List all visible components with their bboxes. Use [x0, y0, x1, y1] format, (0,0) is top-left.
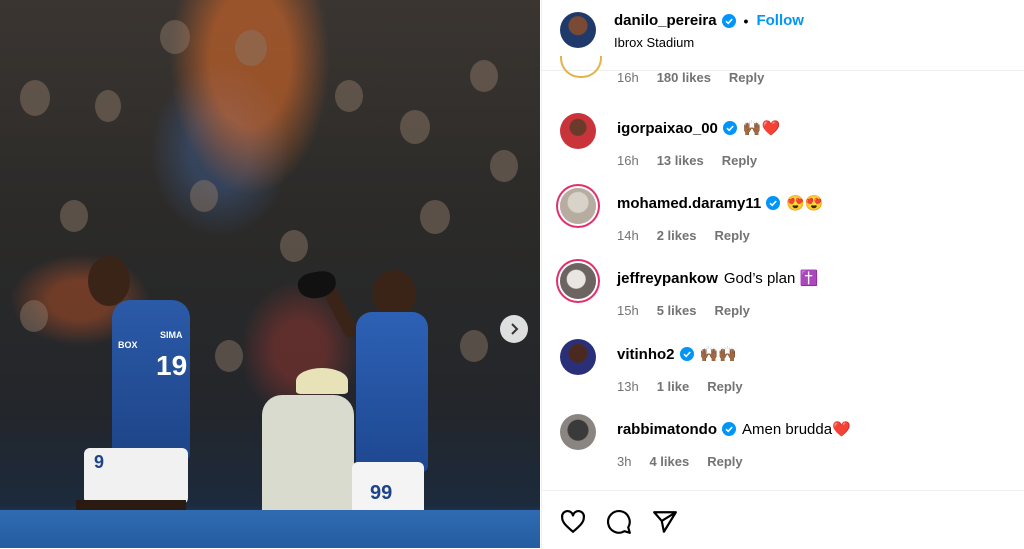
sleeve-text: BOX	[118, 340, 138, 350]
comment-text-row: vitinho2 🙌🏾🙌🏾	[617, 345, 737, 364]
reply-button[interactable]: Reply	[714, 303, 749, 318]
verified-badge-icon	[721, 13, 736, 28]
follow-button[interactable]: Follow	[756, 12, 804, 29]
crowd-face	[460, 330, 488, 362]
comment-item: mohamed.daramy11 😍😍 14h 2 likes Reply	[542, 188, 1024, 258]
jersey-number: 19	[156, 350, 188, 381]
verified-badge-icon	[766, 196, 781, 210]
crowd-face	[280, 230, 308, 262]
comment-body: 🙌🏾❤️	[742, 120, 781, 137]
comment-text-row: jeffreypankow God’s plan ✝️	[617, 269, 819, 288]
comment-body: Amen brudda❤️	[742, 421, 851, 438]
comment-username[interactable]: igorpaixao_00	[617, 120, 718, 137]
comment-time: 13h	[617, 379, 639, 394]
comment-item: jeffreypankow God’s plan ✝️ 15h 5 likes …	[542, 263, 1024, 333]
comment-likes[interactable]: 4 likes	[649, 454, 689, 469]
reply-button[interactable]: Reply	[729, 70, 764, 85]
comment-text-row: igorpaixao_00 🙌🏾❤️	[617, 119, 781, 138]
comment-body: God’s plan ✝️	[723, 270, 819, 287]
comment-meta: 13h 1 like Reply	[617, 379, 743, 394]
comment-likes[interactable]: 13 likes	[657, 153, 704, 168]
post-side-panel: danilo_pereira • Follow Ibrox Stadium 16…	[541, 0, 1024, 548]
crowd-face	[215, 340, 243, 372]
comment-time: 16h	[617, 153, 639, 168]
player-left-shorts: 9	[84, 448, 188, 504]
comment-item: vitinho2 🙌🏾🙌🏾 13h 1 like Reply	[542, 339, 1024, 409]
comment-time: 14h	[617, 228, 639, 243]
post-actions-bar	[542, 490, 1024, 549]
comment-time: 16h	[617, 70, 639, 85]
crowd-face	[235, 30, 267, 66]
comment-meta: 16h 13 likes Reply	[617, 153, 757, 168]
player-left-jersey: 19 SIMA BOX	[112, 300, 190, 460]
comment-meta: 15h 5 likes Reply	[617, 303, 750, 318]
avatar[interactable]	[560, 12, 596, 48]
comment-likes[interactable]: 1 like	[657, 379, 690, 394]
avatar[interactable]	[560, 263, 596, 299]
post-header: danilo_pereira • Follow Ibrox Stadium	[542, 0, 1024, 71]
pitch-edge	[0, 510, 540, 548]
comment-meta: 3h 4 likes Reply	[617, 454, 743, 469]
crowd-face	[190, 180, 218, 212]
crowd-face	[420, 200, 450, 234]
crowd-face	[335, 80, 363, 112]
partial-comment: 16h 180 likes Reply	[542, 56, 1024, 90]
reply-button[interactable]: Reply	[707, 454, 742, 469]
steward-figure	[262, 395, 354, 515]
comment-time: 3h	[617, 454, 632, 469]
avatar[interactable]	[560, 414, 596, 450]
comment-likes[interactable]: 2 likes	[657, 228, 697, 243]
heart-icon[interactable]	[560, 509, 586, 535]
avatar[interactable]	[560, 188, 596, 224]
comment-likes[interactable]: 180 likes	[657, 70, 711, 85]
post-photo: 19 SIMA BOX 9 99	[0, 0, 540, 548]
comment-username[interactable]: rabbimatondo	[617, 421, 717, 438]
comment-username[interactable]: vitinho2	[617, 346, 675, 363]
crowd-face	[95, 90, 121, 122]
author-username[interactable]: danilo_pereira	[614, 12, 717, 29]
shorts-number: 99	[370, 482, 393, 504]
comment-meta: 14h 2 likes Reply	[617, 228, 750, 243]
crowd-face	[470, 60, 498, 92]
crowd-face	[160, 20, 190, 54]
reply-button[interactable]: Reply	[707, 379, 742, 394]
comment-likes[interactable]: 5 likes	[657, 303, 697, 318]
shorts-number: 9	[94, 452, 105, 472]
steward-cap	[296, 368, 348, 394]
comment-body: 🙌🏾🙌🏾	[699, 346, 737, 363]
location-link[interactable]: Ibrox Stadium	[614, 35, 694, 50]
comment-body: 😍😍	[786, 195, 824, 212]
comment-text-row: mohamed.daramy11 😍😍	[617, 194, 824, 213]
verified-badge-icon	[679, 347, 694, 361]
crowd-face	[20, 80, 50, 116]
comment-username[interactable]: jeffreypankow	[617, 270, 718, 287]
player-left-head	[88, 256, 130, 306]
crowd-face	[20, 300, 48, 332]
share-icon[interactable]	[652, 509, 678, 535]
separator-dot: •	[743, 12, 749, 29]
comment-item: igorpaixao_00 🙌🏾❤️ 16h 13 likes Reply	[542, 113, 1024, 183]
avatar[interactable]	[560, 56, 602, 78]
author-row: danilo_pereira • Follow	[614, 12, 804, 29]
chevron-right-icon	[511, 323, 519, 335]
reply-button[interactable]: Reply	[722, 153, 757, 168]
reply-button[interactable]: Reply	[714, 228, 749, 243]
jersey-name: SIMA	[160, 330, 183, 340]
crowd-face	[490, 150, 518, 182]
player-right-head	[372, 270, 416, 318]
verified-badge-icon	[722, 121, 737, 135]
verified-badge-icon	[722, 422, 736, 436]
avatar[interactable]	[560, 113, 596, 149]
next-photo-button[interactable]	[500, 315, 528, 343]
comment-username[interactable]: mohamed.daramy11	[617, 195, 761, 212]
avatar[interactable]	[560, 339, 596, 375]
comment-item: rabbimatondo Amen brudda❤️ 3h 4 likes Re…	[542, 414, 1024, 484]
comment-icon[interactable]	[606, 509, 632, 535]
comment-time: 15h	[617, 303, 639, 318]
comment-text-row: rabbimatondo Amen brudda❤️	[617, 420, 851, 439]
comment-meta: 16h 180 likes Reply	[617, 70, 764, 85]
player-right-jersey	[356, 312, 428, 472]
crowd-face	[60, 200, 88, 232]
crowd-face	[400, 110, 430, 144]
